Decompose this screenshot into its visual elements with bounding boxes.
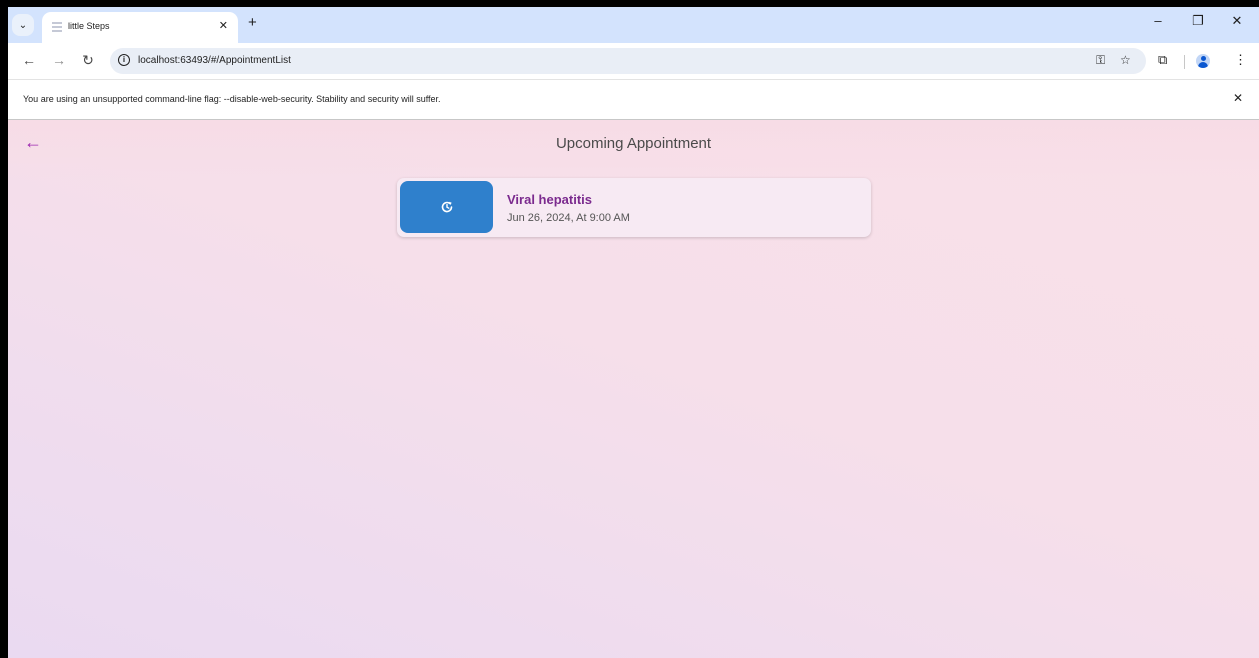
appointment-datetime: Jun 26, 2024, At 9:00 AM (507, 212, 630, 224)
back-button[interactable]: ← (20, 52, 38, 68)
restore-button[interactable]: ❐ (1183, 13, 1213, 29)
site-info-icon[interactable]: i (118, 54, 130, 66)
tab-little-steps[interactable]: little Steps ✕ (42, 12, 238, 43)
reload-button[interactable]: ↻ (79, 52, 97, 69)
browser-window: ⌄ little Steps ✕ + – ❐ ✕ ← → ↻ i localho… (8, 7, 1259, 658)
password-key-icon[interactable]: ⚿ (1096, 53, 1105, 68)
address-bar[interactable]: i localhost:63493/#/AppointmentList ⚿ ☆ (110, 48, 1146, 74)
forward-button[interactable]: → (50, 52, 68, 68)
schedule-update-icon (441, 201, 452, 213)
browser-toolbar: ← → ↻ i localhost:63493/#/AppointmentLis… (8, 43, 1259, 79)
chevron-down-icon: ⌄ (18, 19, 28, 31)
close-window-button[interactable]: ✕ (1222, 13, 1252, 29)
tab-search-button[interactable]: ⌄ (12, 14, 34, 36)
page-title: Upcoming Appointment (555, 135, 712, 152)
tab-close-icon[interactable]: ✕ (219, 19, 228, 32)
minimize-button[interactable]: – (1143, 13, 1173, 28)
screen-border-left (0, 0, 8, 658)
appointment-badge (400, 181, 493, 233)
appointment-title: Viral hepatitis (507, 192, 593, 207)
menu-icon[interactable]: ⋮ (1234, 52, 1247, 68)
profile-avatar-icon[interactable] (1196, 54, 1210, 68)
toolbar-divider (1184, 55, 1185, 69)
app-page: ← Upcoming Appointment Viral hepatitis J… (8, 120, 1259, 658)
screen-border-top (0, 0, 1259, 7)
tab-title: little Steps (68, 21, 110, 31)
url-text[interactable]: localhost:63493/#/AppointmentList (138, 55, 291, 66)
infobar-message: You are using an unsupported command-lin… (23, 94, 441, 104)
extensions-icon[interactable]: ⧉ (1158, 52, 1167, 68)
bookmark-star-icon[interactable]: ☆ (1120, 53, 1131, 67)
infobar-close-icon[interactable]: ✕ (1233, 91, 1243, 105)
warning-infobar: You are using an unsupported command-lin… (8, 79, 1259, 120)
favicon-icon (52, 22, 62, 32)
tab-strip: ⌄ little Steps ✕ + – ❐ ✕ (8, 7, 1259, 43)
appointment-card[interactable]: Viral hepatitis Jun 26, 2024, At 9:00 AM (397, 178, 871, 237)
new-tab-button[interactable]: + (248, 14, 257, 31)
